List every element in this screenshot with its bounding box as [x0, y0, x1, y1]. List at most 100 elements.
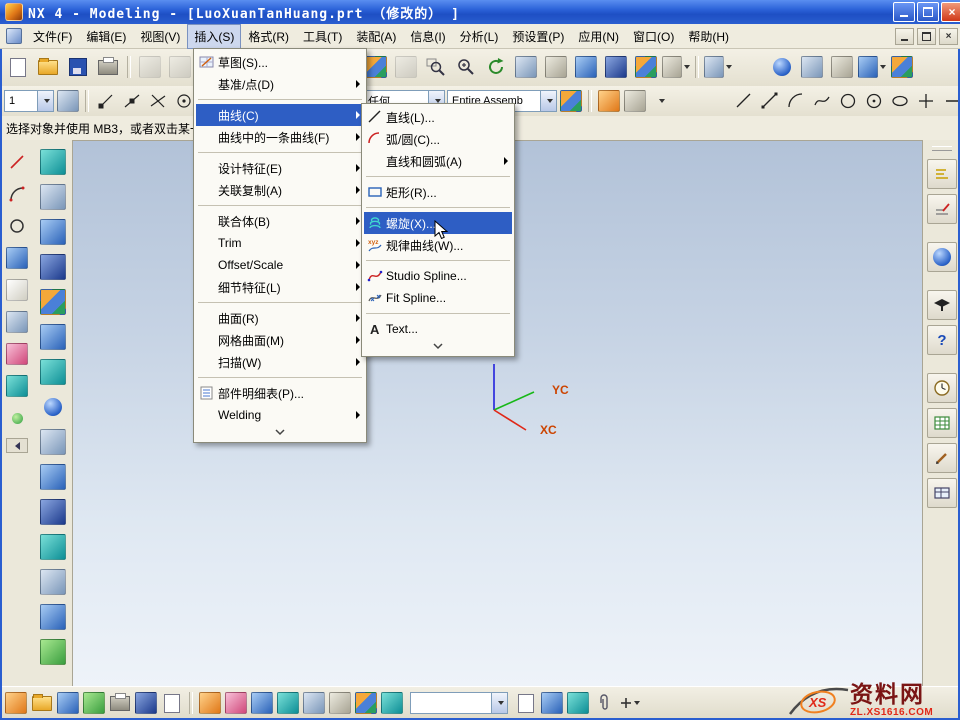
menu-help[interactable]: 帮助(H)	[681, 24, 736, 49]
snap-grid-button[interactable]	[82, 691, 106, 715]
menu-item-design-feature[interactable]: 设计特征(E)	[196, 157, 364, 179]
menu-item-rectangle[interactable]: 矩形(R)...	[364, 181, 512, 203]
orient-view-button[interactable]	[768, 53, 796, 81]
pan-button[interactable]	[512, 53, 540, 81]
layer-visible-button[interactable]	[276, 691, 300, 715]
history-button[interactable]	[927, 373, 957, 403]
menu-assemblies[interactable]: 装配(A)	[349, 24, 403, 49]
menu-analysis[interactable]: 分析(L)	[453, 24, 506, 49]
menu-item-fit-spline[interactable]: Fit Spline...	[364, 287, 512, 309]
submenu-expand-button[interactable]	[364, 340, 512, 354]
web-browser-button[interactable]	[927, 242, 957, 272]
section-button[interactable]	[828, 53, 856, 81]
wcs-origin-button[interactable]	[623, 89, 647, 113]
instance-button[interactable]	[39, 638, 67, 666]
toolbar-grip[interactable]	[932, 146, 952, 151]
bottom-selection-combo[interactable]	[410, 692, 508, 714]
menu-application[interactable]: 应用(N)	[571, 24, 626, 49]
shaded-view-button[interactable]	[632, 53, 660, 81]
menu-view[interactable]: 视图(V)	[133, 24, 187, 49]
view-list-button[interactable]	[704, 53, 732, 81]
quick-spline-button[interactable]	[810, 89, 834, 113]
arc-tool-button[interactable]	[5, 182, 29, 206]
part-families-button[interactable]	[927, 478, 957, 508]
close-button[interactable]: ×	[941, 2, 960, 22]
attachment-button[interactable]	[592, 691, 616, 715]
layout-button[interactable]	[858, 53, 886, 81]
pocket-button[interactable]	[39, 498, 67, 526]
wireframe-button[interactable]	[602, 53, 630, 81]
snap-endpoint-button[interactable]	[94, 89, 118, 113]
collapse-toolbar-button[interactable]	[6, 438, 28, 453]
snap-point-button[interactable]	[302, 691, 326, 715]
document-info-button[interactable]	[514, 691, 538, 715]
menu-item-datum-point[interactable]: 基准/点(D)	[196, 73, 364, 95]
menu-item-curve-from-curves[interactable]: 曲线中的一条曲线(F)	[196, 126, 364, 148]
minimize-button[interactable]	[893, 2, 915, 22]
menu-item-parts-list[interactable]: 部件明细表(P)...	[196, 382, 364, 404]
open-part-button[interactable]	[30, 691, 54, 715]
wcs-dynamics-button[interactable]	[597, 89, 621, 113]
revolve-button[interactable]	[39, 253, 67, 281]
roles-button[interactable]	[888, 53, 916, 81]
training-button[interactable]	[927, 290, 957, 320]
menu-item-detail-feature[interactable]: 细节特征(L)	[196, 276, 364, 298]
datum-plane-button[interactable]	[39, 183, 67, 211]
selection-mode-button[interactable]	[4, 691, 28, 715]
boss-button[interactable]	[39, 463, 67, 491]
cylinder-button[interactable]	[39, 323, 67, 351]
pad-button[interactable]	[39, 533, 67, 561]
bottom-combo-button[interactable]	[491, 693, 507, 713]
menu-item-welding[interactable]: Welding	[196, 404, 364, 426]
cone-button[interactable]	[39, 358, 67, 386]
menu-item-arc-circle[interactable]: 弧/圆(C)...	[364, 128, 512, 150]
remove-button[interactable]	[224, 691, 248, 715]
annotation-button[interactable]	[927, 194, 957, 224]
copy-button[interactable]	[166, 53, 194, 81]
menu-item-curve[interactable]: 曲线(C)	[196, 104, 364, 126]
menu-file[interactable]: 文件(F)	[26, 24, 79, 49]
polygon-tool-button[interactable]	[5, 310, 29, 334]
grid-display-button[interactable]	[56, 691, 80, 715]
layer-combo[interactable]: 1	[4, 90, 54, 112]
menu-preferences[interactable]: 预设置(P)	[505, 24, 571, 49]
more-options-button[interactable]	[649, 89, 673, 113]
doc-close-button[interactable]: ×	[939, 28, 958, 45]
menu-item-combine[interactable]: 联合体(B)	[196, 210, 364, 232]
more-tools-button[interactable]	[618, 691, 642, 715]
new-file-button[interactable]	[4, 53, 32, 81]
extrude-button[interactable]	[39, 218, 67, 246]
menu-item-line-and-arc[interactable]: 直线和圆弧(A)	[364, 150, 512, 172]
menu-tools[interactable]: 工具(T)	[296, 24, 349, 49]
menu-item-text[interactable]: A Text...	[364, 318, 512, 340]
menu-item-sketch[interactable]: 草图(S)...	[196, 51, 364, 73]
line-tool-button[interactable]	[5, 150, 29, 174]
quick-arc-button[interactable]	[784, 89, 808, 113]
cut-button[interactable]	[136, 53, 164, 81]
menu-item-line[interactable]: 直线(L)...	[364, 106, 512, 128]
zoom-window-button[interactable]	[422, 53, 450, 81]
analysis-button[interactable]	[540, 691, 564, 715]
orient-wcs-button[interactable]	[380, 691, 404, 715]
save-button[interactable]	[64, 53, 92, 81]
sphere-button[interactable]	[39, 393, 67, 421]
menu-item-associative-copy[interactable]: 关联复制(A)	[196, 179, 364, 201]
quick-line-points-button[interactable]	[758, 89, 782, 113]
add-button[interactable]	[198, 691, 222, 715]
menu-item-surface[interactable]: 曲面(R)	[196, 307, 364, 329]
journal-button[interactable]	[927, 443, 957, 473]
layer-combo-button[interactable]	[37, 91, 53, 111]
menu-item-trim[interactable]: Trim	[196, 232, 364, 254]
spline-tool-button[interactable]	[5, 342, 29, 366]
quick-circle-button[interactable]	[836, 89, 860, 113]
menu-information[interactable]: 信息(I)	[403, 24, 452, 49]
trimetric-view-button[interactable]	[572, 53, 600, 81]
shell-button[interactable]	[39, 568, 67, 596]
note-button[interactable]	[160, 691, 184, 715]
restore-button[interactable]	[917, 2, 939, 22]
quick-ellipse-button[interactable]	[888, 89, 912, 113]
menu-window[interactable]: 窗口(O)	[626, 24, 681, 49]
fit-view-button[interactable]	[542, 53, 570, 81]
wcs-display-button[interactable]	[354, 691, 378, 715]
block-button[interactable]	[39, 288, 67, 316]
